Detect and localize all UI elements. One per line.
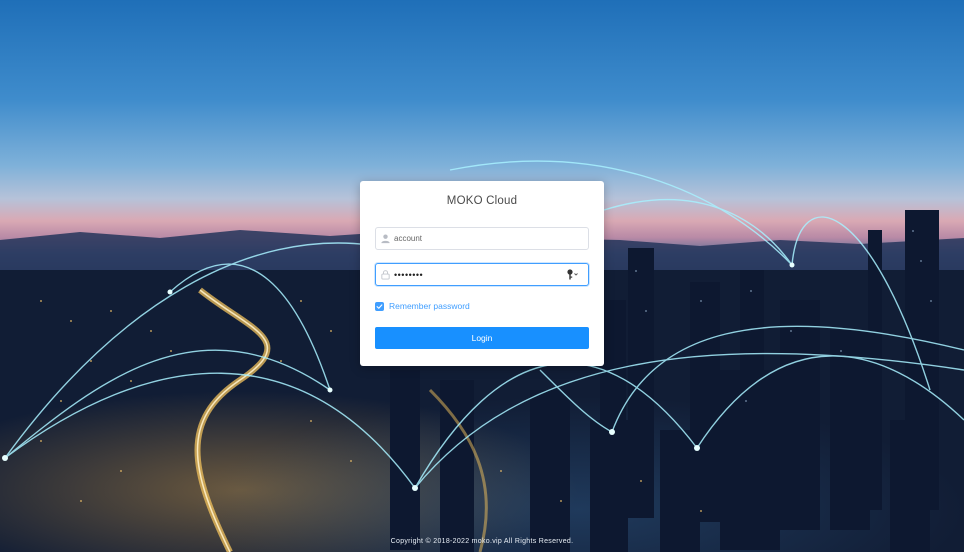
remember-label[interactable]: Remember password [389,301,470,311]
login-title: MOKO Cloud [446,195,518,207]
account-field[interactable] [375,227,589,250]
lock-icon [381,270,390,280]
check-icon [376,303,383,309]
password-input[interactable] [394,266,564,283]
login-card: MOKO Cloud Remember password Login [360,181,604,366]
account-input[interactable] [394,230,564,247]
password-field[interactable] [375,263,589,286]
remember-checkbox[interactable] [375,301,384,311]
remember-password[interactable]: Remember password [375,301,470,311]
user-icon [381,234,390,244]
copyright-text: Copyright © 2018-2022 moko.vip All Right… [390,538,574,545]
login-button[interactable]: Login [375,327,589,349]
key-icon[interactable] [566,268,580,281]
